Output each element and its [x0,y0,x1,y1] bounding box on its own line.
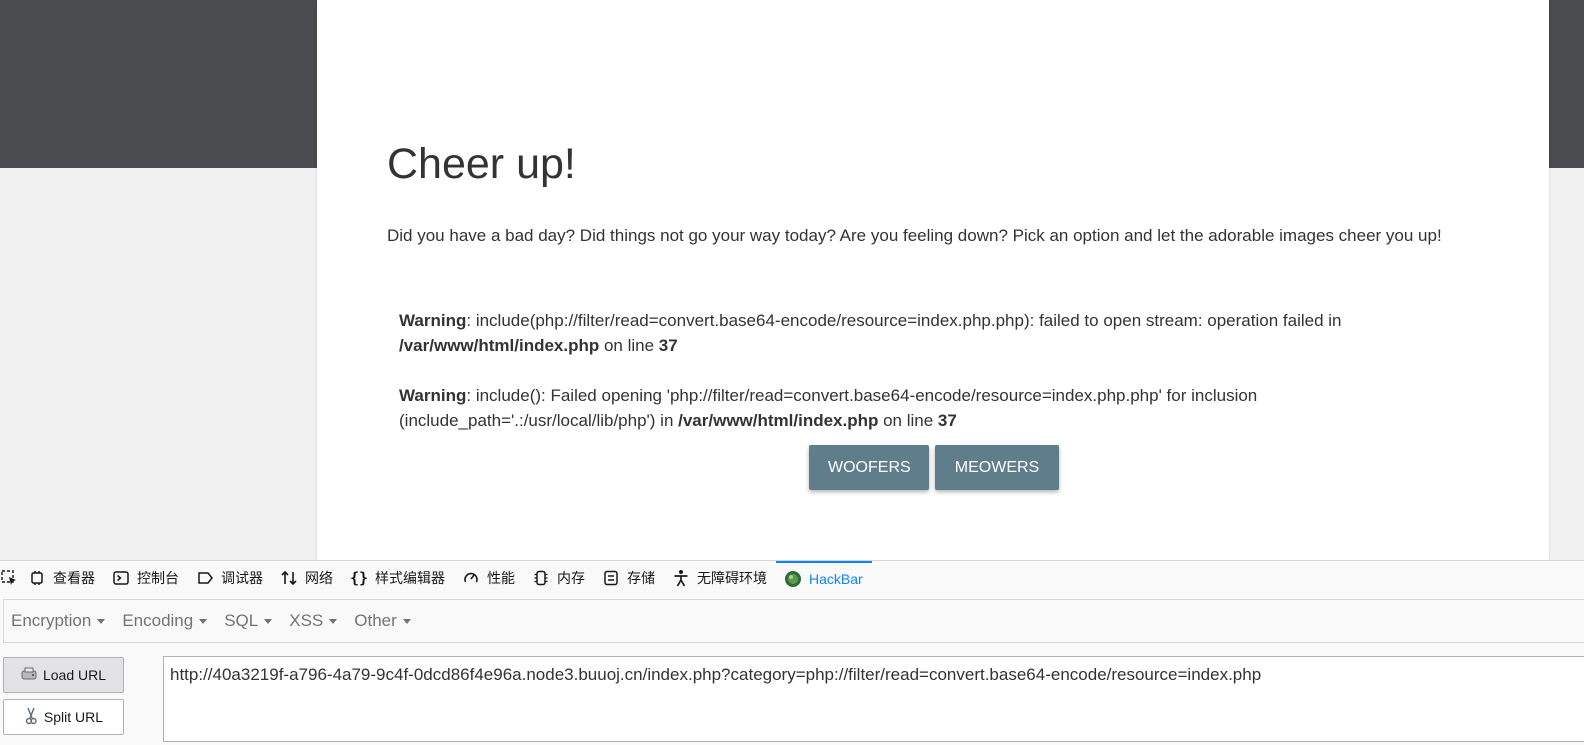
warning-path: /var/www/html/index.php [399,336,600,355]
tab-performance[interactable]: 性能 [454,561,524,595]
content-card: Cheer up! Did you have a bad day? Did th… [317,0,1549,560]
tab-label: 存储 [627,570,655,586]
element-picker-icon [0,569,18,587]
tab-inspector[interactable]: 查看器 [20,561,104,595]
tab-memory[interactable]: 内存 [524,561,594,595]
tab-label: 无障碍环境 [697,570,767,586]
tab-debugger[interactable]: 调试器 [188,561,272,595]
warning-message: : include(php://filter/read=convert.base… [466,311,1342,330]
tab-network[interactable]: 网络 [272,561,342,595]
accessibility-icon [672,569,690,587]
tab-hackbar[interactable]: HackBar [776,561,872,595]
warning-label: Warning [399,386,467,405]
warning-line-number: 37 [937,411,957,430]
load-url-label: Load URL [42,667,107,683]
tab-label: 查看器 [53,570,95,586]
tab-console[interactable]: 控制台 [104,561,188,595]
php-warning: Warning: include(): Failed opening 'php:… [399,383,1459,433]
tab-label: 样式编辑器 [375,570,445,586]
warning-line-number: 37 [658,336,678,355]
menu-encoding[interactable]: Encoding [115,611,215,631]
page-title: Cheer up! [387,140,576,188]
warning-path: /var/www/html/index.php [678,411,879,430]
tab-label: 内存 [557,570,585,586]
scissors-icon [24,707,38,728]
meowers-button[interactable]: MEOWERS [935,445,1059,490]
console-icon [112,569,130,587]
php-warning: Warning: include(php://filter/read=conve… [399,308,1459,358]
tab-label: 调试器 [221,570,263,586]
lead-paragraph: Did you have a bad day? Did things not g… [387,226,1442,245]
menu-sql[interactable]: SQL [217,611,280,631]
inspector-icon [28,569,46,587]
network-icon [280,569,298,587]
devtools-panel: 查看器 控制台 调试器 网络 {} 样式编辑器 性能 内存 存储 无障碍环境 H… [0,560,1584,745]
load-url-icon [21,667,37,684]
tab-storage[interactable]: 存储 [594,561,664,595]
caret-down-icon [199,618,208,624]
category-buttons: WOOFERS MEOWERS [809,445,1059,490]
tab-label: 网络 [305,570,333,586]
split-url-label: Split URL [43,709,104,725]
warning-label: Warning [399,311,467,330]
warning-on-line: on line [599,336,659,355]
hackbar-icon [784,570,802,588]
caret-down-icon [264,618,273,624]
warning-on-line: on line [878,411,938,430]
load-url-button[interactable]: Load URL [3,657,124,693]
caret-down-icon [329,618,338,624]
style-editor-icon: {} [349,569,369,587]
hackbar-menu: Encryption Encoding SQL XSS Other [3,599,1584,643]
devtools-tabbar: 查看器 控制台 调试器 网络 {} 样式编辑器 性能 内存 存储 无障碍环境 H… [0,561,1584,595]
tab-accessibility[interactable]: 无障碍环境 [664,561,776,595]
performance-icon [462,569,480,587]
debugger-icon [196,569,214,587]
caret-down-icon [402,618,411,624]
menu-encryption[interactable]: Encryption [4,611,113,631]
woofers-button[interactable]: WOOFERS [809,445,929,490]
tab-label: HackBar [809,571,863,587]
menu-label: Encoding [122,611,194,630]
menu-xss[interactable]: XSS [282,611,345,631]
menu-label: XSS [289,611,324,630]
menu-label: Encryption [11,611,92,630]
url-input[interactable]: http://40a3219f-a796-4a79-9c4f-0dcd86f4e… [163,656,1584,742]
caret-down-icon [97,618,106,624]
tab-style-editor[interactable]: {} 样式编辑器 [342,561,454,595]
split-url-button[interactable]: Split URL [3,699,124,735]
tab-label: 控制台 [137,570,179,586]
menu-label: Other [354,611,397,630]
element-picker-button[interactable] [0,561,20,595]
menu-label: SQL [224,611,259,630]
menu-other[interactable]: Other [347,611,419,631]
memory-icon [532,569,550,587]
storage-icon [602,569,620,587]
tab-label: 性能 [487,570,515,586]
